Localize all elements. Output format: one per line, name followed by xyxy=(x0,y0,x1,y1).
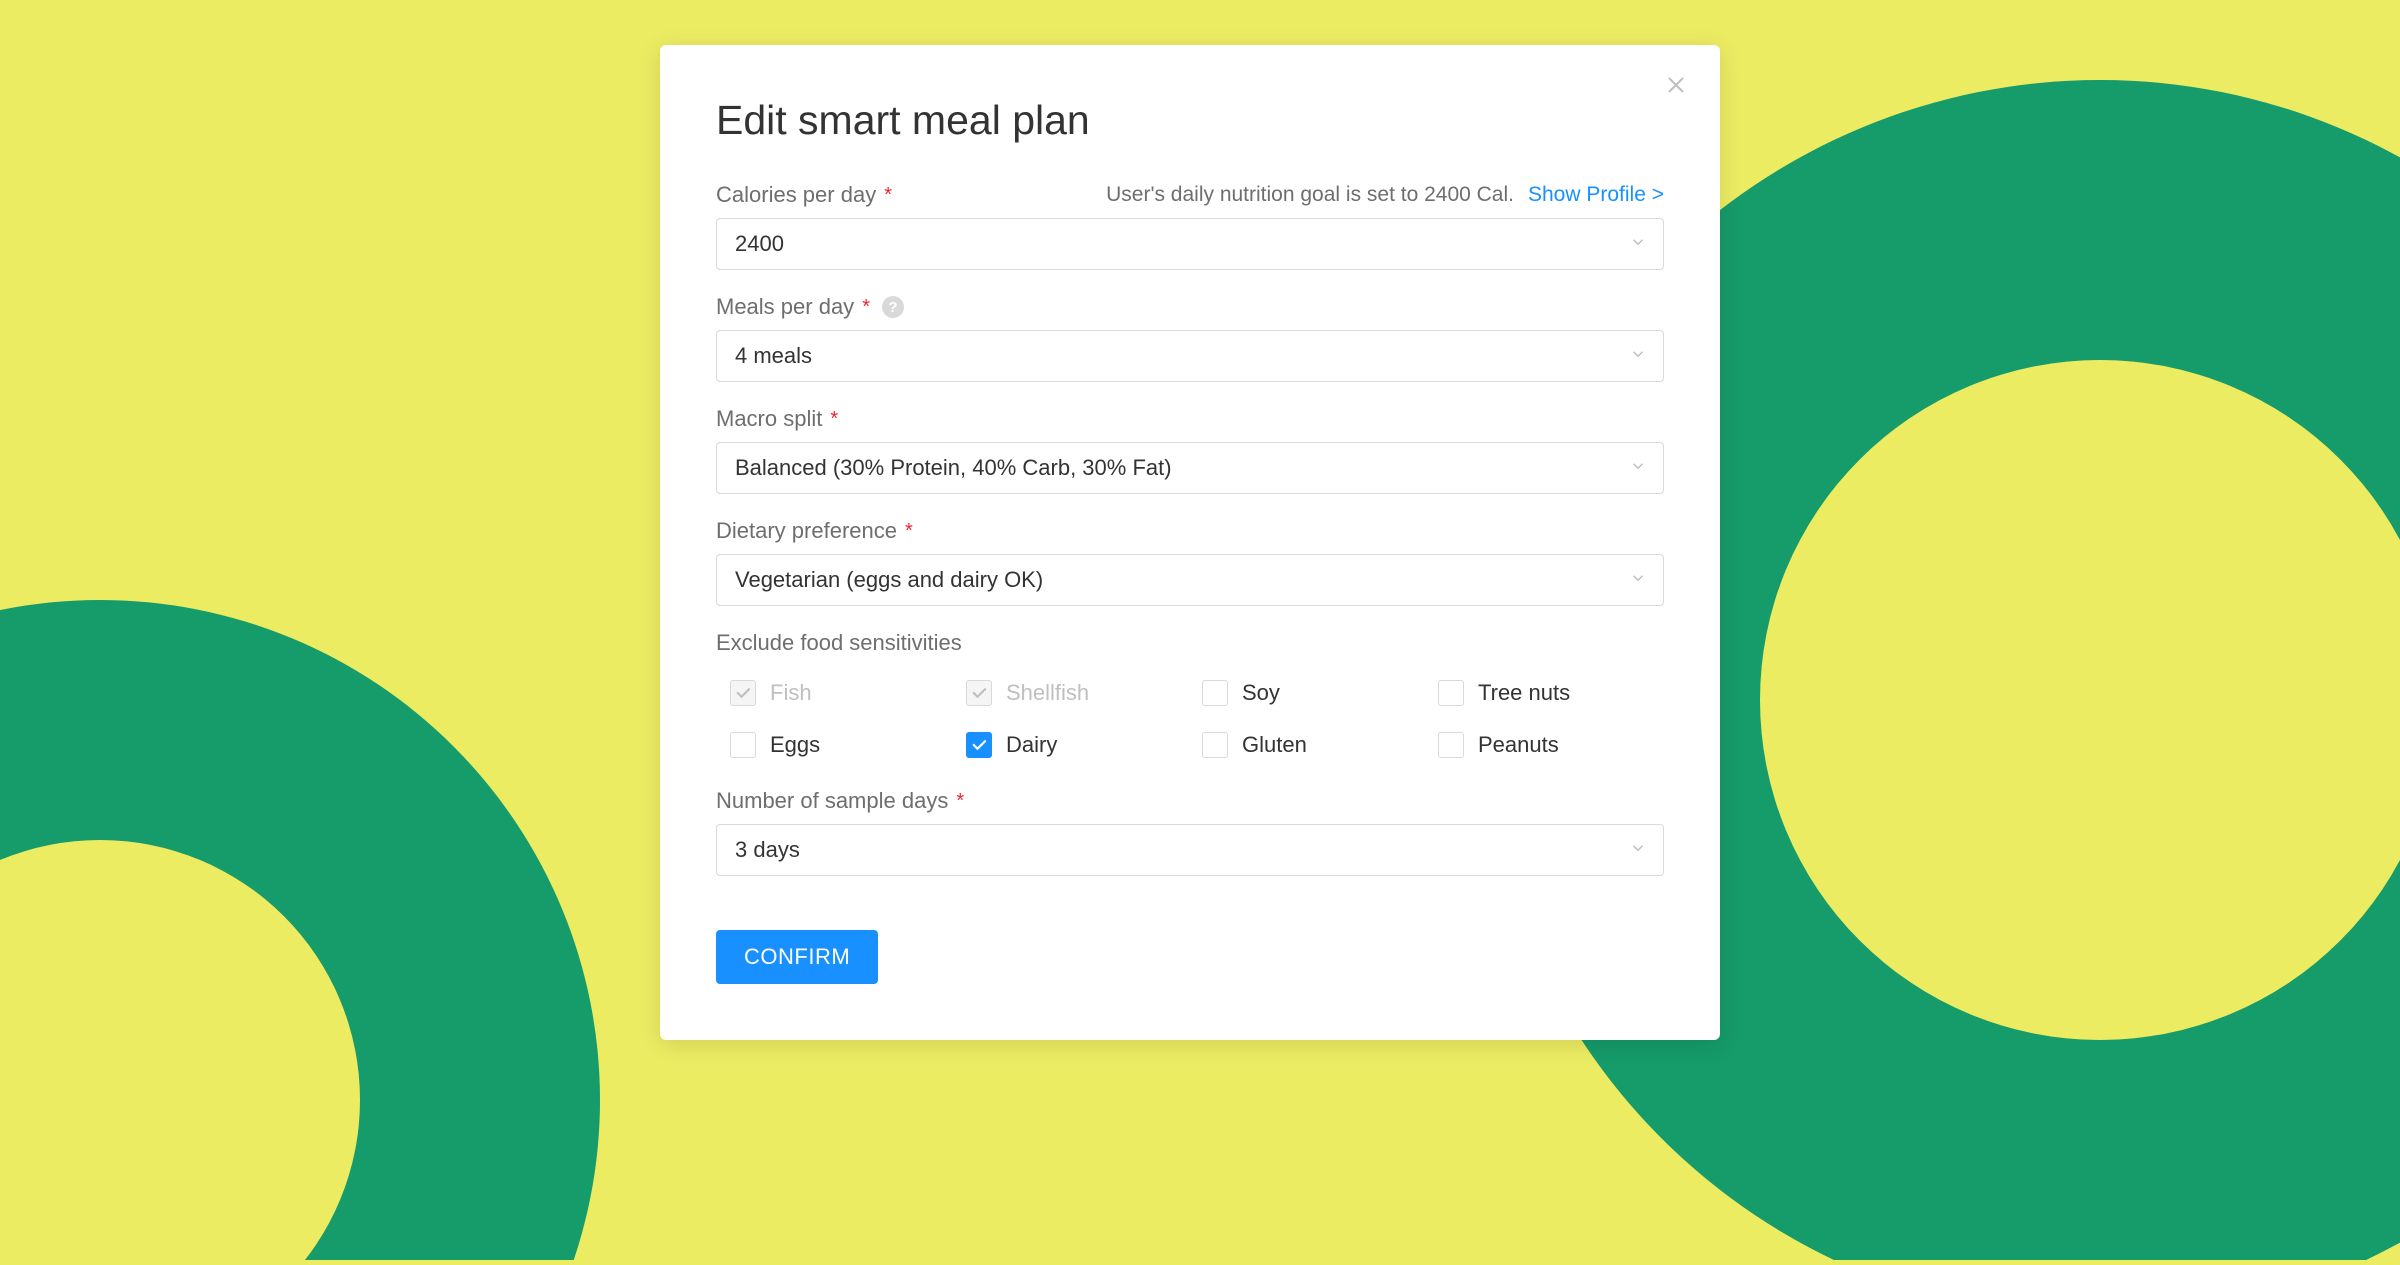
checkbox-tree-nuts[interactable]: Tree nuts xyxy=(1438,680,1664,706)
checkbox-soy[interactable]: Soy xyxy=(1202,680,1428,706)
checkbox-label: Eggs xyxy=(770,732,820,758)
required-marker: * xyxy=(884,184,892,207)
checkbox-box xyxy=(730,732,756,758)
macro-value: Balanced (30% Protein, 40% Carb, 30% Fat… xyxy=(735,455,1172,481)
meals-select[interactable]: 4 meals xyxy=(716,330,1664,382)
calories-value: 2400 xyxy=(735,231,784,257)
chevron-down-icon xyxy=(1629,837,1647,863)
checkbox-label: Tree nuts xyxy=(1478,680,1570,706)
required-marker: * xyxy=(862,296,870,319)
checkbox-box xyxy=(1202,680,1228,706)
macro-label: Macro split xyxy=(716,406,822,432)
checkbox-box xyxy=(966,732,992,758)
calories-label: Calories per day xyxy=(716,182,876,208)
field-sample-days: Number of sample days * 3 days xyxy=(716,788,1664,876)
checkbox-box xyxy=(1438,680,1464,706)
field-meals: Meals per day * ? 4 meals xyxy=(716,294,1664,382)
required-marker: * xyxy=(830,408,838,431)
checkbox-label: Gluten xyxy=(1242,732,1307,758)
close-icon xyxy=(1664,73,1688,102)
chevron-down-icon xyxy=(1629,455,1647,481)
chevron-down-icon xyxy=(1629,567,1647,593)
diet-select[interactable]: Vegetarian (eggs and dairy OK) xyxy=(716,554,1664,606)
chevron-down-icon xyxy=(1629,231,1647,257)
checkbox-dairy[interactable]: Dairy xyxy=(966,732,1192,758)
macro-select[interactable]: Balanced (30% Protein, 40% Carb, 30% Fat… xyxy=(716,442,1664,494)
field-macro: Macro split * Balanced (30% Protein, 40%… xyxy=(716,406,1664,494)
checkbox-label: Soy xyxy=(1242,680,1280,706)
checkbox-gluten[interactable]: Gluten xyxy=(1202,732,1428,758)
required-marker: * xyxy=(956,790,964,813)
calories-select[interactable]: 2400 xyxy=(716,218,1664,270)
checkbox-box xyxy=(1202,732,1228,758)
meals-label: Meals per day xyxy=(716,294,854,320)
help-icon[interactable]: ? xyxy=(882,296,904,318)
meals-value: 4 meals xyxy=(735,343,812,369)
checkbox-box xyxy=(1438,732,1464,758)
checkbox-label: Shellfish xyxy=(1006,680,1089,706)
show-profile-link[interactable]: Show Profile > xyxy=(1528,183,1664,207)
modal-title: Edit smart meal plan xyxy=(716,97,1664,144)
checkbox-label: Fish xyxy=(770,680,812,706)
checkbox-label: Dairy xyxy=(1006,732,1057,758)
checkbox-label: Peanuts xyxy=(1478,732,1559,758)
checkbox-eggs[interactable]: Eggs xyxy=(730,732,956,758)
sample-days-select[interactable]: 3 days xyxy=(716,824,1664,876)
checkbox-box xyxy=(966,680,992,706)
required-marker: * xyxy=(905,520,913,543)
field-calories: Calories per day * User's daily nutritio… xyxy=(716,182,1664,270)
field-diet: Dietary preference * Vegetarian (eggs an… xyxy=(716,518,1664,606)
sensitivities-grid: Fish Shellfish Soy Tree nuts Eggs Dairy Gluten… xyxy=(716,680,1664,758)
close-button[interactable] xyxy=(1660,71,1692,103)
calories-hint: User's daily nutrition goal is set to 24… xyxy=(1106,183,1514,207)
checkbox-box xyxy=(730,680,756,706)
chevron-down-icon xyxy=(1629,343,1647,369)
edit-meal-plan-modal: Edit smart meal plan Calories per day * … xyxy=(660,45,1720,1040)
diet-value: Vegetarian (eggs and dairy OK) xyxy=(735,567,1043,593)
sample-days-value: 3 days xyxy=(735,837,800,863)
sample-days-label: Number of sample days xyxy=(716,788,948,814)
checkbox-shellfish: Shellfish xyxy=(966,680,1192,706)
confirm-button[interactable]: CONFIRM xyxy=(716,930,878,984)
sensitivities-label: Exclude food sensitivities xyxy=(716,630,1664,656)
diet-label: Dietary preference xyxy=(716,518,897,544)
checkbox-peanuts[interactable]: Peanuts xyxy=(1438,732,1664,758)
checkbox-fish: Fish xyxy=(730,680,956,706)
